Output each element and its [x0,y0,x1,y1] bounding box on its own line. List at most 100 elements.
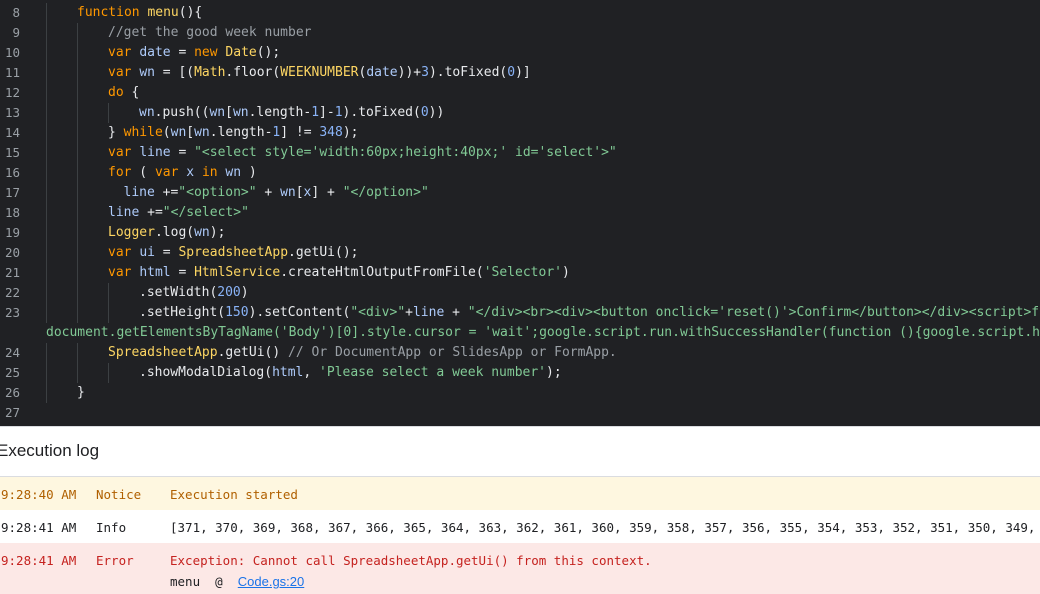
code-text: document.getElementsByTagName('Body')[0]… [46,323,1040,343]
code-token: 0 [420,105,429,120]
code-line[interactable]: 24 SpreadsheetApp.getUi() // Or DocumentA… [0,343,1040,363]
log-message: Execution started [170,487,298,502]
code-token: log [162,225,187,240]
code-token: "<select style='width:60px;height:40px;'… [194,145,617,160]
code-line[interactable]: 12 do { [0,83,1040,103]
code-line[interactable]: 27 [0,403,1040,423]
execution-log-title: Execution log [0,441,100,460]
code-token: [ [186,125,195,140]
indent-guide [108,283,109,303]
line-number: 21 [4,265,20,280]
code-token: } [108,125,124,140]
indent-guide [46,83,47,103]
code-line[interactable]: 21 var html = HtmlService.createHtmlOutpu… [0,263,1040,283]
code-line[interactable]: 16 for ( var x in wn ) [0,163,1040,183]
indent-guide [77,23,78,43]
indent-guide [46,383,47,403]
code-token: floor [233,65,273,80]
code-editor[interactable]: 8 function menu(){9//get the good week nu… [0,0,1040,426]
code-token: line [123,185,155,200]
code-line[interactable]: document.getElementsByTagName('Body')[0]… [0,323,1040,343]
line-number: 8 [12,5,20,20]
indent-guide [77,83,78,103]
code-text: .setWidth(200) [139,283,249,303]
code-token: var [108,45,132,60]
code-line[interactable]: 10 var date = new Date(); [0,43,1040,63]
code-token: new [194,45,218,60]
indent-guide [77,63,78,83]
code-token: x [186,165,195,180]
code-line[interactable]: 14} while(wn[wn.length-1] != 348); [0,123,1040,143]
code-token: "</option>" [342,185,429,200]
indent-guide [46,3,47,23]
code-token: getUi [295,245,335,260]
code-text: do { [108,83,139,103]
indent-guide [46,143,47,163]
code-line[interactable]: 13 wn.push((wn[wn.length-1]-1).toFixed(0)… [0,103,1040,123]
line-number: 25 [4,365,20,380]
log-time: 9:28:41 AM [1,553,77,568]
indent-guide [77,163,78,183]
code-token: wn [232,105,249,120]
line-number: 10 [4,45,20,60]
code-token: ( [131,165,155,180]
code-line[interactable]: 8 function menu(){ [0,3,1040,23]
code-text: wn.push((wn[wn.length-1]-1).toFixed(0)) [139,103,444,123]
code-line[interactable]: 23 .setHeight(150).setContent("<div>"+lin… [0,303,1040,323]
code-token: "<div>" [350,305,406,320]
code-token: for [108,165,132,180]
code-token: html [272,365,304,380]
code-token: ( [475,265,484,280]
code-token: var [108,145,132,160]
code-token: line [139,145,171,160]
code-token: 'Selector' [483,265,562,280]
code-token: line [108,205,140,220]
code-line[interactable]: 15 var line = "<select style='width:60px;… [0,143,1040,163]
code-token: toFixed [444,65,500,80]
line-number: 27 [4,405,20,420]
code-token: push [162,105,194,120]
trace-function: menu [170,574,201,589]
indent-guide [77,103,78,123]
code-line[interactable]: 18 line +="</select>" [0,203,1040,223]
indent-guide [46,263,47,283]
code-token: createHtmlOutputFromFile [288,265,476,280]
trace-source-link[interactable]: Code.gs:20 [238,574,305,589]
code-text: var line = "<select style='width:60px;he… [108,143,617,163]
code-line[interactable]: 11 var wn = [(Math.floor(WEEKNUMBER(date)… [0,63,1040,83]
code-token: ) [561,265,570,280]
code-line[interactable]: 9 //get the good week number [0,23,1040,43]
code-token: while [123,125,163,140]
log-time: 9:28:40 AM [1,487,77,502]
code-token: , [303,365,320,380]
code-token: ); [546,365,562,380]
code-line[interactable]: 25 .showModalDialog(html, 'Please select … [0,363,1040,383]
code-token: "</select>" [162,205,249,220]
code-line[interactable]: 19 Logger.log(wn); [0,223,1040,243]
code-line[interactable]: 26} [0,383,1040,403]
line-number: 17 [4,185,20,200]
code-token: Logger [108,225,155,240]
indent-guide [46,63,47,83]
code-token: . [139,305,147,320]
code-line[interactable]: 20 var ui = SpreadsheetApp.getUi(); [0,243,1040,263]
code-line[interactable]: 22 .setWidth(200) [0,283,1040,303]
code-text: line +="<option>" + wn[x] + "</option>" [124,183,429,203]
line-number: 16 [4,165,20,180]
code-text: SpreadsheetApp.getUi() // Or DocumentApp… [108,343,617,363]
code-text: line +="</select>" [108,203,249,223]
code-token: wn [170,125,187,140]
indent-guide [46,43,47,63]
code-token: // Or DocumentApp or SlidesApp or FormAp… [288,345,617,360]
code-token: WEEKNUMBER [280,65,359,80]
code-token: ( [264,365,273,380]
code-text: .showModalDialog(html, 'Please select a … [139,363,562,383]
code-token: in [201,165,218,180]
code-line[interactable]: 17 line +="<option>" + wn[x] + "</option>… [0,183,1040,203]
code-token: Date [225,45,257,60]
code-token: date [139,45,171,60]
line-number: 23 [4,305,20,320]
code-text: //get the good week number [108,23,312,43]
code-token: wn [194,225,210,240]
